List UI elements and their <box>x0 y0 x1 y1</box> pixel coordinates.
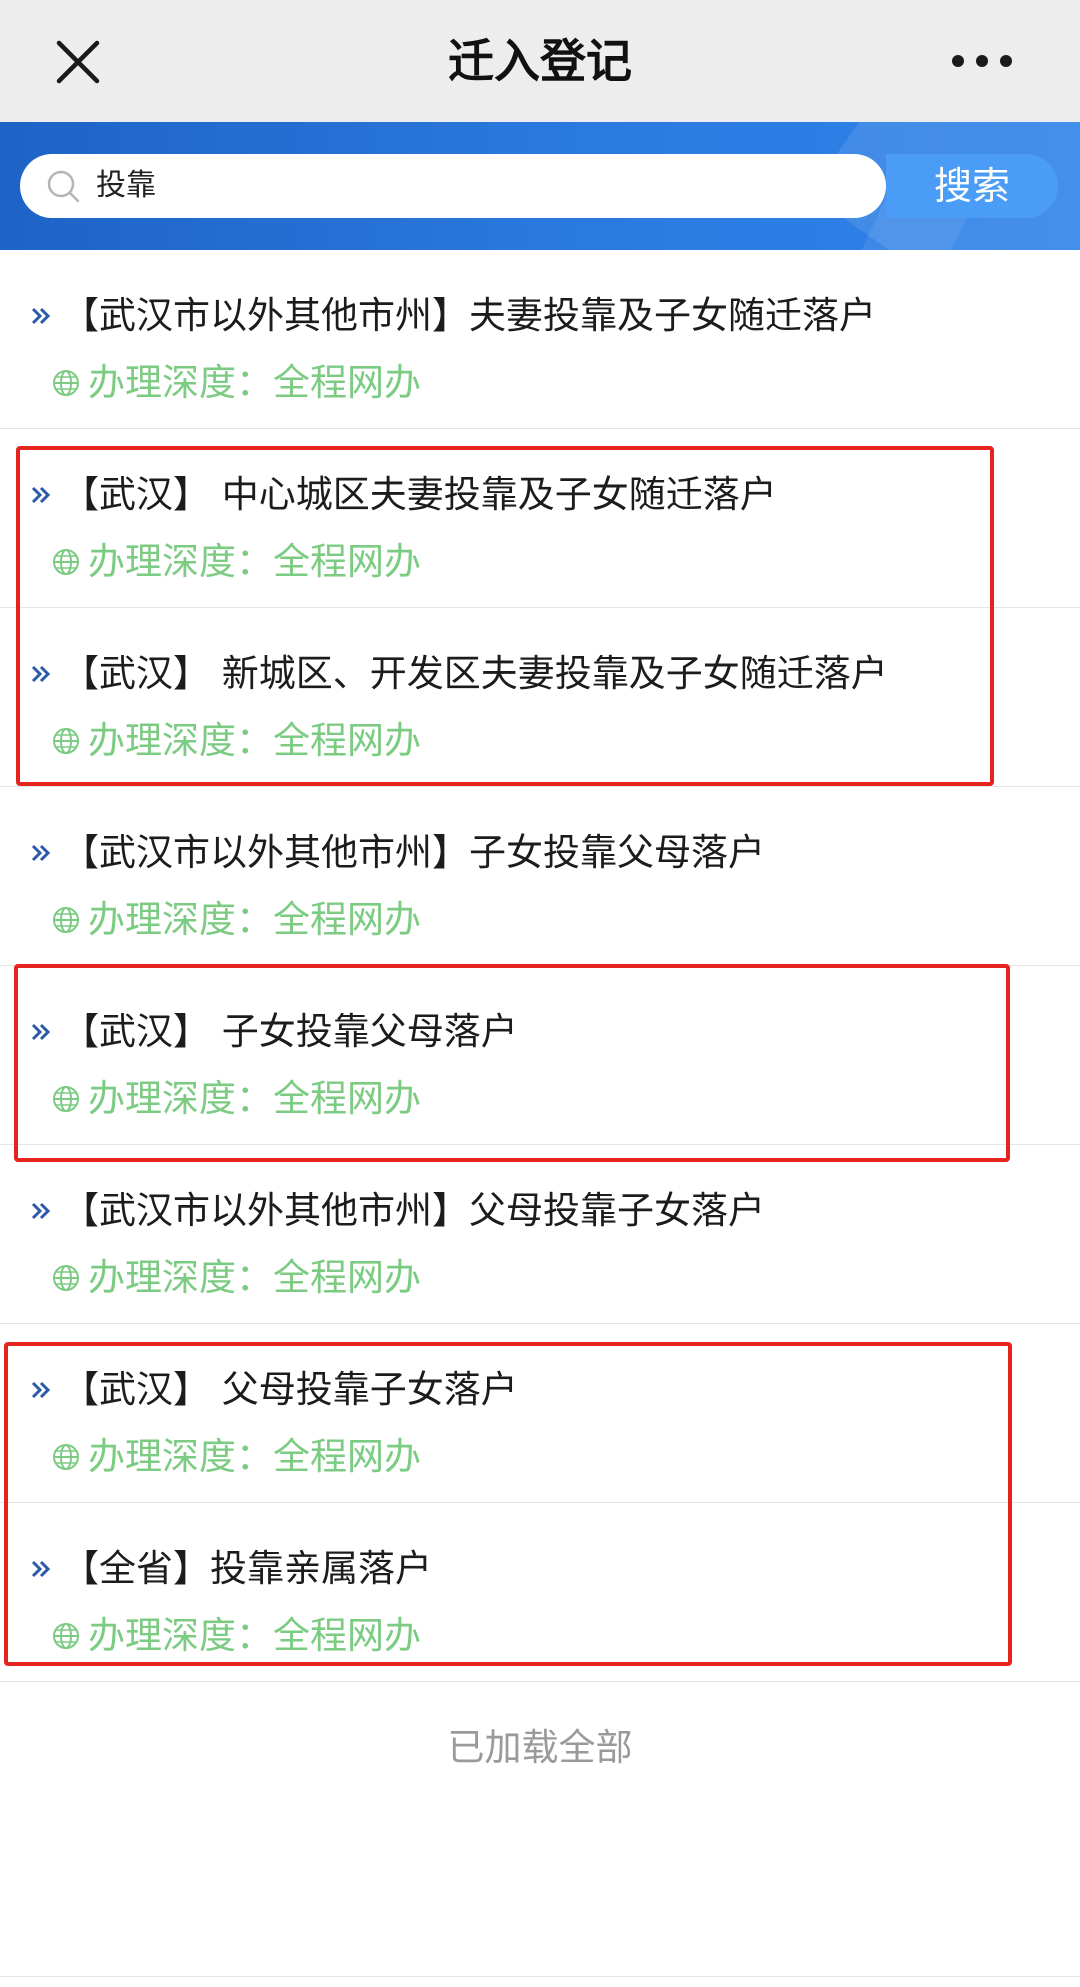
double-chevron-right-icon <box>31 1560 51 1578</box>
more-dots-icon <box>952 55 1012 67</box>
search-input[interactable] <box>96 154 856 218</box>
search-banner: 搜索 <box>0 122 1080 250</box>
globe-icon <box>53 370 79 396</box>
depth-label: 办理深度：全程网办 <box>88 540 421 583</box>
search-button[interactable]: 搜索 <box>886 154 1058 218</box>
globe-icon <box>53 728 79 754</box>
globe-icon <box>53 907 79 933</box>
double-chevron-right-icon <box>31 1381 51 1399</box>
double-chevron-right-icon <box>31 1202 51 1220</box>
item-depth: 办理深度：全程网办 <box>52 716 421 766</box>
item-depth: 办理深度：全程网办 <box>52 358 421 408</box>
list-item[interactable]: 【武汉】 中心城区夫妻投靠及子女随迁落户 办理深度：全程网办 <box>0 429 1080 608</box>
list-item[interactable]: 【全省】投靠亲属落户 办理深度：全程网办 <box>0 1503 1080 1682</box>
item-title: 【武汉】 新城区、开发区夫妻投靠及子女随迁落户 <box>62 652 888 695</box>
list-item[interactable]: 【武汉市以外其他市州】夫妻投靠及子女随迁落户 办理深度：全程网办 <box>0 250 1080 429</box>
list-item[interactable]: 【武汉】 新城区、开发区夫妻投靠及子女随迁落户 办理深度：全程网办 <box>0 608 1080 787</box>
item-depth: 办理深度：全程网办 <box>52 1611 421 1661</box>
result-list: 【武汉市以外其他市州】夫妻投靠及子女随迁落户 办理深度：全程网办 【武汉】 中心… <box>0 250 1080 1682</box>
double-chevron-right-icon <box>31 844 51 862</box>
globe-icon <box>53 549 79 575</box>
item-title: 【全省】投靠亲属落户 <box>62 1547 432 1590</box>
navbar: 迁入登记 <box>0 0 1080 122</box>
globe-icon <box>53 1444 79 1470</box>
item-title: 【武汉】 中心城区夫妻投靠及子女随迁落户 <box>62 473 777 516</box>
globe-icon <box>53 1265 79 1291</box>
list-item[interactable]: 【武汉】 子女投靠父母落户 办理深度：全程网办 <box>0 966 1080 1145</box>
divider <box>0 1976 1080 1977</box>
item-depth: 办理深度：全程网办 <box>52 895 421 945</box>
load-complete-text: 已加载全部 <box>447 1726 633 1769</box>
page-title: 迁入登记 <box>448 34 632 88</box>
double-chevron-right-icon <box>31 665 51 683</box>
item-title: 【武汉】 父母投靠子女落户 <box>62 1368 518 1411</box>
depth-label: 办理深度：全程网办 <box>88 361 421 404</box>
search-icon <box>47 170 80 203</box>
close-icon <box>56 40 100 84</box>
double-chevron-right-icon <box>31 307 51 325</box>
list-item[interactable]: 【武汉】 父母投靠子女落户 办理深度：全程网办 <box>0 1324 1080 1503</box>
list-item[interactable]: 【武汉市以外其他市州】父母投靠子女落户 办理深度：全程网办 <box>0 1145 1080 1324</box>
item-title: 【武汉市以外其他市州】父母投靠子女落户 <box>62 1189 765 1232</box>
depth-label: 办理深度：全程网办 <box>88 719 421 762</box>
depth-label: 办理深度：全程网办 <box>88 898 421 941</box>
double-chevron-right-icon <box>31 1023 51 1041</box>
globe-icon <box>53 1086 79 1112</box>
search-box[interactable] <box>20 154 886 218</box>
double-chevron-right-icon <box>31 486 51 504</box>
item-title: 【武汉市以外其他市州】夫妻投靠及子女随迁落户 <box>62 294 876 337</box>
item-depth: 办理深度：全程网办 <box>52 1074 421 1124</box>
close-button[interactable] <box>48 32 108 92</box>
depth-label: 办理深度：全程网办 <box>88 1077 421 1120</box>
item-depth: 办理深度：全程网办 <box>52 537 421 587</box>
list-item[interactable]: 【武汉市以外其他市州】子女投靠父母落户 办理深度：全程网办 <box>0 787 1080 966</box>
item-title: 【武汉市以外其他市州】子女投靠父母落户 <box>62 831 765 874</box>
page: 迁入登记 搜索 【武汉市以外其他市州】夫妻投靠 <box>0 0 1080 1987</box>
item-depth: 办理深度：全程网办 <box>52 1432 421 1482</box>
depth-label: 办理深度：全程网办 <box>88 1256 421 1299</box>
item-depth: 办理深度：全程网办 <box>52 1253 421 1303</box>
globe-icon <box>53 1623 79 1649</box>
more-button[interactable] <box>934 40 1030 82</box>
item-title: 【武汉】 子女投靠父母落户 <box>62 1010 518 1053</box>
depth-label: 办理深度：全程网办 <box>88 1435 421 1478</box>
depth-label: 办理深度：全程网办 <box>88 1614 421 1657</box>
